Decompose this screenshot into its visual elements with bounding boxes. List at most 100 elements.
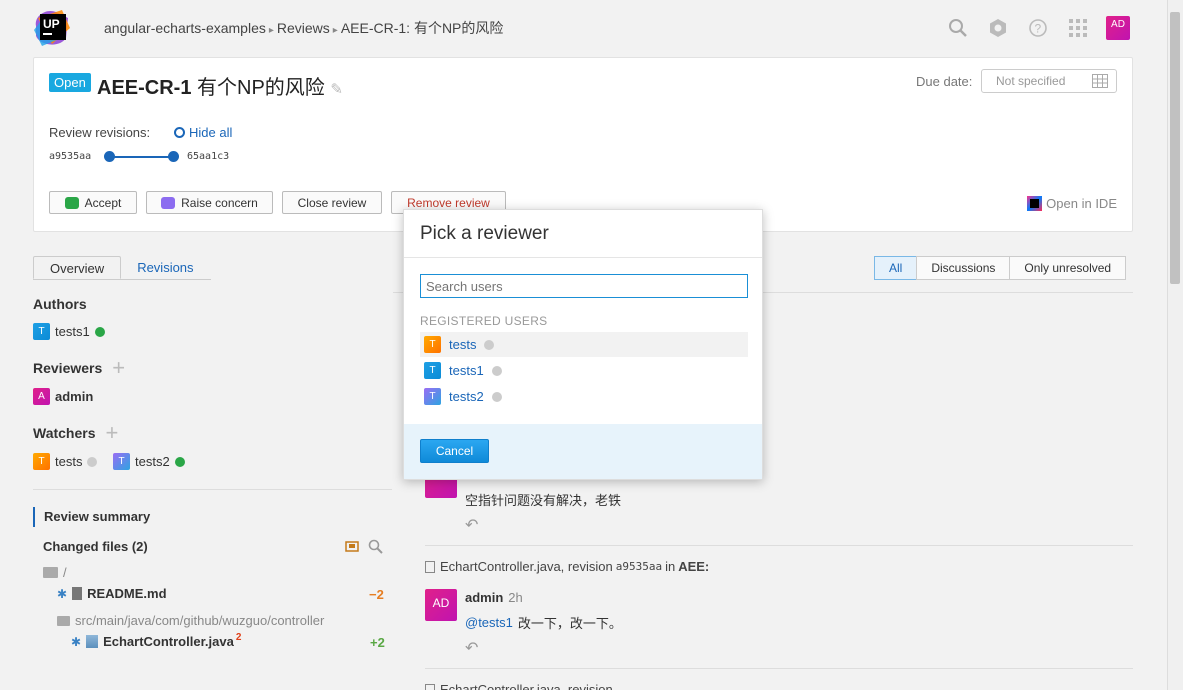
- avatar: T: [424, 388, 441, 405]
- comment-avatar[interactable]: AD: [425, 589, 457, 621]
- file-discussion-header[interactable]: EchartController.java, revision a9535aa …: [425, 559, 709, 574]
- avatar: T: [424, 362, 441, 379]
- tab-overview[interactable]: Overview: [33, 256, 122, 279]
- upsource-logo[interactable]: UP: [32, 8, 72, 48]
- dialog-title: Pick a reviewer: [420, 223, 549, 244]
- breadcrumb-reviews[interactable]: Reviews: [277, 20, 330, 36]
- status-badge: Open: [49, 73, 91, 92]
- filter-only-unresolved[interactable]: Only unresolved: [1009, 256, 1127, 280]
- search-users-input[interactable]: [420, 274, 748, 298]
- review-summary-item[interactable]: Review summary: [33, 507, 150, 527]
- revision-id: a9535aa: [615, 560, 663, 573]
- modified-asterisk-icon: ✱: [57, 586, 68, 601]
- directory-root[interactable]: /: [43, 565, 67, 580]
- intellij-icon: [1027, 196, 1043, 211]
- project-name: AEE:: [678, 559, 710, 574]
- offline-status-icon: [87, 456, 98, 467]
- close-review-label: Close review: [297, 195, 367, 210]
- file-echartcontroller[interactable]: ✱ EchartController.java 2: [71, 632, 241, 649]
- hide-all-link[interactable]: Hide all: [174, 125, 232, 140]
- add-reviewer-icon[interactable]: +: [112, 357, 125, 379]
- file-readme[interactable]: ✱ README.md: [57, 586, 167, 601]
- watcher-item[interactable]: T tests2: [113, 453, 185, 470]
- directory-name: src/main/java/com/github/wuzguo/controll…: [75, 613, 325, 628]
- registered-users-label: REGISTERED USERS: [420, 314, 548, 328]
- reviewers-heading: Reviewers +: [33, 357, 125, 379]
- apps-grid-icon[interactable]: [1066, 16, 1090, 40]
- offline-status-icon: [491, 391, 502, 402]
- directory-name: /: [63, 565, 67, 580]
- hide-all-label: Hide all: [189, 125, 233, 140]
- user-name: tests1: [449, 363, 484, 378]
- accept-button[interactable]: Accept: [49, 191, 137, 214]
- due-date-field[interactable]: Not specified: [981, 69, 1117, 93]
- revision-range-slider[interactable]: [109, 156, 173, 158]
- breadcrumb-sep: ▸: [332, 25, 338, 36]
- file-line-prefix: EchartController.java, revision: [440, 559, 613, 574]
- feed-filters: All Discussions Only unresolved: [874, 256, 1127, 280]
- user-option[interactable]: T tests2: [420, 384, 748, 409]
- user-option[interactable]: T tests: [420, 332, 748, 357]
- filter-all[interactable]: All: [874, 256, 918, 280]
- raise-concern-button[interactable]: Raise concern: [146, 191, 273, 214]
- avatar: A: [33, 388, 50, 405]
- concern-face-icon: [161, 196, 176, 209]
- tab-revisions[interactable]: Revisions: [121, 256, 209, 279]
- cancel-button[interactable]: Cancel: [420, 439, 489, 463]
- watchers-label: Watchers: [33, 425, 96, 441]
- breadcrumb-sep: ▸: [268, 25, 274, 36]
- scrollbar-thumb[interactable]: [1170, 12, 1180, 284]
- reviewers-label: Reviewers: [33, 360, 103, 376]
- user-mention-link[interactable]: @tests1: [465, 615, 513, 630]
- folder-icon: [57, 615, 70, 626]
- file-name: README.md: [87, 586, 167, 601]
- accept-label: Accept: [84, 195, 122, 210]
- reviewer-item[interactable]: A admin: [33, 388, 93, 405]
- help-icon[interactable]: ?: [1026, 16, 1050, 40]
- folder-view-icon[interactable]: [345, 540, 359, 555]
- comment-body: @tests1 改一下，改一下。: [465, 613, 622, 632]
- file-delta: −2: [369, 587, 384, 602]
- add-watcher-icon[interactable]: +: [106, 422, 119, 444]
- user-option[interactable]: T tests1: [420, 358, 748, 383]
- comment-author[interactable]: admin: [465, 590, 503, 605]
- comment-text: 空指针问题没有解决，老铁: [465, 493, 622, 508]
- breadcrumb: angular-echarts-examples ▸ Reviews ▸ AEE-CR-…: [104, 18, 503, 38]
- modified-asterisk-icon: ✱: [71, 634, 82, 649]
- filter-discussions[interactable]: Discussions: [916, 256, 1011, 280]
- dialog-footer: Cancel: [404, 424, 762, 479]
- authors-heading: Authors: [33, 296, 87, 312]
- settings-icon[interactable]: [986, 16, 1010, 40]
- file-delta: +2: [370, 635, 385, 650]
- folder-icon: [43, 567, 58, 578]
- search-icon[interactable]: [946, 16, 970, 40]
- user-name: tests2: [449, 389, 484, 404]
- revision-handle-start[interactable]: [104, 151, 115, 162]
- open-in-ide-label: Open in IDE: [1046, 196, 1117, 211]
- view-tabs: Overview Revisions: [33, 256, 211, 280]
- changed-files-heading: Changed files (2): [43, 539, 148, 554]
- accept-face-icon: [64, 196, 79, 209]
- page-title: AEE-CR-1 有个NP的风险 ✎: [97, 71, 343, 100]
- directory-controller[interactable]: src/main/java/com/github/wuzguo/controll…: [57, 613, 324, 628]
- watcher-name: tests2: [135, 454, 170, 469]
- author-name: tests1: [55, 324, 90, 339]
- file-in-label: in: [665, 559, 676, 574]
- remove-review-label: Remove review: [407, 195, 490, 210]
- breadcrumb-project[interactable]: angular-echarts-examples: [104, 20, 266, 36]
- file-line-prefix: EchartController.java, revision: [440, 682, 613, 690]
- edit-pencil-icon[interactable]: ✎: [330, 81, 343, 98]
- reply-icon[interactable]: ↶: [465, 638, 478, 658]
- comment-meta: admin 2h: [465, 590, 523, 605]
- file-discussion-header[interactable]: EchartController.java, revision: [425, 682, 613, 690]
- calendar-icon[interactable]: [1092, 74, 1108, 88]
- author-item[interactable]: T tests1: [33, 323, 105, 340]
- close-review-button[interactable]: Close review: [282, 191, 382, 214]
- user-avatar[interactable]: AD: [1106, 16, 1130, 40]
- open-in-ide-link[interactable]: Open in IDE: [1027, 196, 1117, 211]
- zoom-search-icon[interactable]: [368, 539, 383, 557]
- revision-handle-end[interactable]: [168, 151, 179, 162]
- user-name: tests: [449, 337, 477, 352]
- watcher-item[interactable]: T tests: [33, 453, 98, 470]
- reply-icon[interactable]: ↶: [465, 515, 478, 535]
